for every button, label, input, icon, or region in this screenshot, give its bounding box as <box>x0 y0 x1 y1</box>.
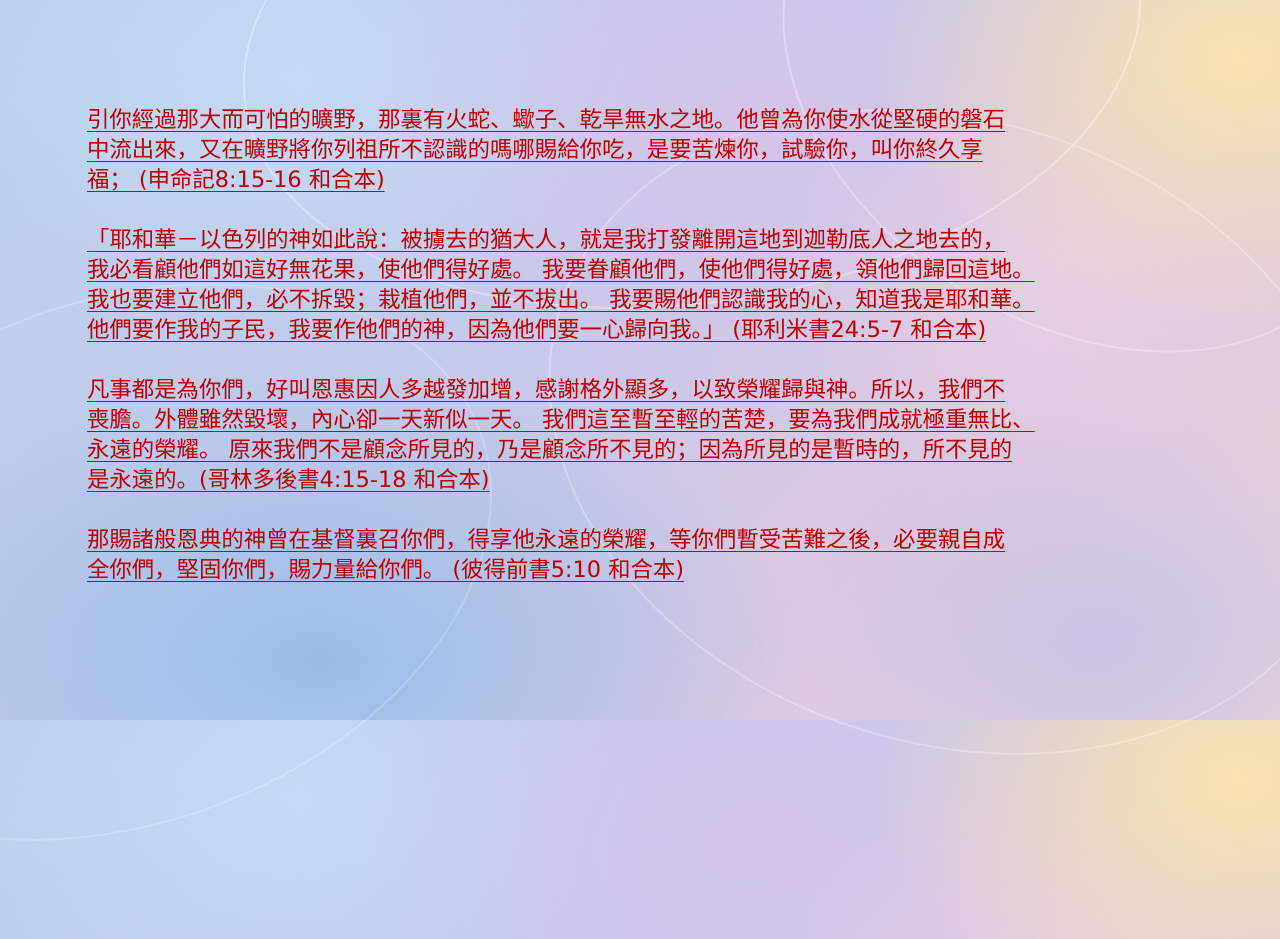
scripture-passage-1-peter[interactable]: 那賜諸般恩典的神曾在基督裏召你們，得享他永遠的榮耀，等你們暫受苦難之後，必要親自… <box>87 525 1227 585</box>
passage-line: 我必看顧他們如這好無花果，使他們得好處。 我要眷顧他們，使他們得好處，領他們歸回… <box>87 257 1035 283</box>
scripture-passage-2-corinthians[interactable]: 凡事都是為你們，好叫恩惠因人多越發加增，感謝格外顯多，以致榮耀歸與神。所以，我們… <box>87 375 1227 495</box>
passage-line: 我也要建立他們，必不拆毀；栽植他們，並不拔出。 我要賜他們認識我的心，知道我是耶… <box>87 287 1035 313</box>
scripture-passage-deuteronomy[interactable]: 引你經過那大而可怕的曠野，那裏有火蛇、蠍子、乾旱無水之地。他曾為你使水從堅硬的磐… <box>87 105 1227 195</box>
passage-line: 那賜諸般恩典的神曾在基督裏召你們，得享他永遠的榮耀，等你們暫受苦難之後，必要親自… <box>87 527 1006 553</box>
passage-line: 「耶和華－以色列的神如此說：被擄去的猶大人，就是我打發離開這地到迦勒底人之地去的… <box>87 227 1006 253</box>
passage-line: 是永遠的。(哥林多後書4:15-18 和合本) <box>87 467 490 493</box>
passage-line: 引你經過那大而可怕的曠野，那裏有火蛇、蠍子、乾旱無水之地。他曾為你使水從堅硬的磐… <box>87 107 1006 133</box>
passage-line: 全你們，堅固你們，賜力量給你們。 (彼得前書5:10 和合本) <box>87 557 684 583</box>
scripture-passage-jeremiah[interactable]: 「耶和華－以色列的神如此說：被擄去的猶大人，就是我打發離開這地到迦勒底人之地去的… <box>87 225 1227 345</box>
passage-line: 凡事都是為你們，好叫恩惠因人多越發加增，感謝格外顯多，以致榮耀歸與神。所以，我們… <box>87 377 1006 403</box>
passage-line: 中流出來，又在曠野將你列祖所不認識的嗎哪賜給你吃，是要苦煉你，試驗你，叫你終久享 <box>87 137 983 163</box>
passage-line: 他們要作我的子民，我要作他們的神，因為他們要一心歸向我。」 (耶利米書24:5-… <box>87 317 987 343</box>
passage-line: 福； (申命記8:15-16 和合本) <box>87 167 385 193</box>
passage-line: 喪膽。外體雖然毀壞，內心卻一天新似一天。 我們這至暫至輕的苦楚，要為我們成就極重… <box>87 407 1035 433</box>
passage-line: 永遠的榮耀。 原來我們不是顧念所見的，乃是顧念所不見的；因為所見的是暫時的，所不… <box>87 437 1013 463</box>
slide-content: 引你經過那大而可怕的曠野，那裏有火蛇、蠍子、乾旱無水之地。他曾為你使水從堅硬的磐… <box>87 105 1227 615</box>
